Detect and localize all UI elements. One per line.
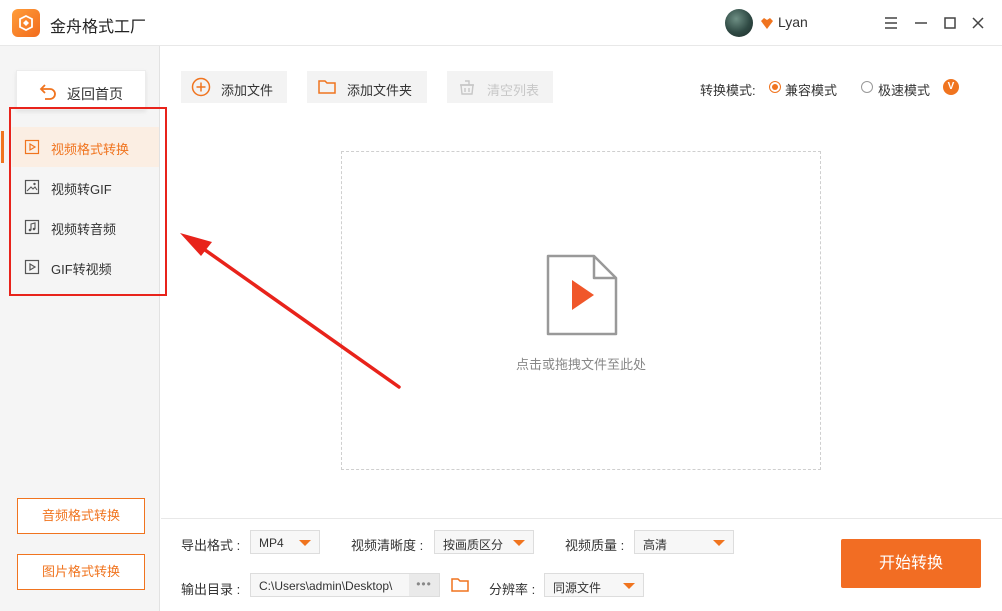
- output-dir-value: C:\Users\admin\Desktop\: [259, 579, 393, 593]
- quality-value: 高清: [643, 538, 668, 552]
- video-file-icon: [546, 254, 618, 336]
- drop-hint-text: 点击或拖拽文件至此处: [515, 357, 646, 372]
- quality-label: 视频质量 :: [565, 538, 625, 553]
- close-icon[interactable]: [969, 14, 987, 32]
- app-logo-icon: [12, 9, 40, 37]
- minimize-icon[interactable]: [912, 14, 930, 32]
- annotation-highlight-box: [9, 107, 167, 296]
- resolution-label: 分辨率 :: [489, 582, 536, 597]
- dropdown-caret-icon: [713, 540, 725, 546]
- return-arrow-icon: [39, 84, 56, 100]
- export-format-select[interactable]: MP4: [250, 530, 320, 554]
- fast-mode-radio[interactable]: [861, 81, 873, 93]
- audio-format-button[interactable]: 音频格式转换: [17, 498, 145, 534]
- compat-mode-radio[interactable]: [769, 81, 781, 93]
- resolution-value: 同源文件: [553, 581, 602, 595]
- dropdown-caret-icon: [623, 583, 635, 589]
- fast-mode-label[interactable]: 极速模式: [878, 80, 930, 99]
- clarity-label: 视频清晰度 :: [351, 538, 424, 553]
- output-dir-field[interactable]: C:\Users\admin\Desktop\ •••: [250, 573, 440, 597]
- dropdown-caret-icon: [299, 540, 311, 546]
- add-circle-icon: [191, 77, 211, 97]
- open-folder-icon[interactable]: [450, 575, 470, 595]
- resolution-select[interactable]: 同源文件: [544, 573, 644, 597]
- add-file-button[interactable]: 添加文件: [181, 71, 287, 103]
- avatar[interactable]: [725, 9, 753, 37]
- back-home-button[interactable]: 返回首页: [16, 70, 146, 110]
- export-format-label: 导出格式 :: [181, 538, 241, 553]
- trash-basket-icon: [460, 80, 474, 95]
- clarity-select[interactable]: 按画质区分: [434, 530, 534, 554]
- maximize-icon[interactable]: [941, 14, 959, 32]
- export-format-value: MP4: [259, 536, 284, 550]
- conversion-mode-label: 转换模式:: [700, 83, 756, 98]
- title-bar: 金舟格式工厂 Lyan: [0, 0, 1002, 46]
- quality-select[interactable]: 高清: [634, 530, 734, 554]
- add-folder-label: 添加文件夹: [347, 83, 413, 98]
- back-home-label: 返回首页: [67, 86, 123, 102]
- annotation-arrow-icon: [180, 233, 401, 389]
- add-folder-button[interactable]: 添加文件夹: [307, 71, 427, 103]
- file-drop-zone[interactable]: 点击或拖拽文件至此处: [341, 151, 821, 470]
- user-name[interactable]: Lyan: [778, 14, 808, 30]
- app-title: 金舟格式工厂: [50, 19, 147, 36]
- add-file-label: 添加文件: [221, 83, 274, 98]
- folder-icon: [318, 80, 336, 94]
- start-convert-button[interactable]: 开始转换: [841, 539, 981, 588]
- vip-crown-icon: [761, 18, 773, 29]
- compat-mode-label[interactable]: 兼容模式: [785, 80, 837, 99]
- clear-list-button[interactable]: 清空列表: [447, 71, 553, 103]
- vip-badge-icon: V: [943, 79, 959, 95]
- clarity-value: 按画质区分: [443, 538, 504, 552]
- browse-more-button[interactable]: •••: [409, 574, 439, 596]
- image-format-button[interactable]: 图片格式转换: [17, 554, 145, 590]
- menu-icon[interactable]: [882, 14, 900, 32]
- dropdown-caret-icon: [513, 540, 525, 546]
- clear-list-label: 清空列表: [487, 83, 540, 98]
- output-dir-label: 输出目录 :: [181, 582, 241, 597]
